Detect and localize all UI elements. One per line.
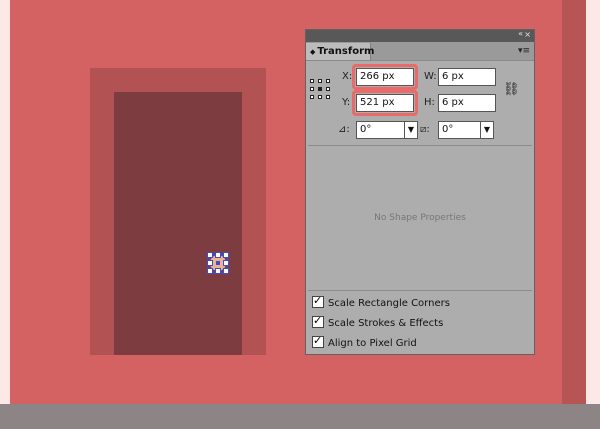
resize-handle-top-right[interactable] — [223, 252, 229, 258]
checkbox-label: Scale Rectangle Corners — [328, 298, 450, 309]
constrain-proportions-link-icon[interactable]: ⛓ — [503, 82, 520, 97]
panel-title-bar[interactable]: « × — [306, 29, 534, 42]
checkbox-label: Scale Strokes & Effects — [328, 318, 444, 329]
checkbox-label: Align to Pixel Grid — [328, 338, 417, 349]
w-label: W: — [424, 71, 437, 82]
selection-center-point — [216, 261, 220, 265]
checkbox-checked-icon[interactable] — [312, 294, 324, 308]
no-shape-properties-text: No Shape Properties — [374, 213, 466, 223]
transform-panel: « × ◆ Transform ▾≡ X: 266 px W: 6 px ⛓ Y:… — [305, 29, 535, 355]
bottom-floor — [0, 404, 600, 429]
panel-divider-bottom — [308, 290, 532, 291]
tab-transform-label: Transform — [317, 46, 375, 57]
door-panel-shape[interactable] — [114, 92, 242, 355]
close-panel-icon[interactable]: × — [524, 30, 531, 39]
rotate-angle-icon: ⊿: — [338, 124, 350, 135]
tab-transform[interactable]: ◆ Transform — [306, 43, 375, 60]
door-knob-selection[interactable] — [207, 252, 229, 274]
h-label: H: — [424, 97, 435, 108]
rotate-angle-field[interactable]: 0° ▼ — [356, 121, 418, 139]
height-field[interactable]: 6 px — [438, 94, 496, 112]
rotate-angle-value: 0° — [360, 124, 372, 135]
tab-toggle-icon: ◆ — [310, 48, 316, 56]
shear-angle-value: 0° — [442, 124, 454, 135]
y-label: Y: — [342, 97, 351, 108]
x-label: X: — [342, 71, 353, 82]
panel-divider-top — [308, 145, 532, 146]
collapse-panel-icon[interactable]: « — [518, 29, 523, 38]
resize-handle-top[interactable] — [215, 252, 221, 258]
right-canvas-strip — [562, 0, 586, 404]
resize-handle-top-left[interactable] — [207, 252, 213, 258]
resize-handle-bottom-right[interactable] — [223, 268, 229, 274]
reference-point-icon[interactable] — [310, 79, 330, 99]
rotate-dropdown-icon[interactable]: ▼ — [404, 122, 417, 138]
panel-menu-icon[interactable]: ▾≡ — [518, 46, 530, 56]
panel-tab-row: ◆ Transform ▾≡ — [306, 42, 534, 61]
shear-angle-icon: ⧄: — [420, 124, 430, 135]
resize-handle-left[interactable] — [207, 260, 213, 266]
y-position-field[interactable]: 521 px — [356, 94, 414, 112]
scale-strokes-effects-checkbox[interactable]: Scale Strokes & Effects — [312, 314, 444, 330]
resize-handle-bottom-left[interactable] — [207, 268, 213, 274]
resize-handle-right[interactable] — [223, 260, 229, 266]
shear-dropdown-icon[interactable]: ▼ — [480, 122, 493, 138]
width-field[interactable]: 6 px — [438, 68, 496, 86]
scale-rectangle-corners-checkbox[interactable]: Scale Rectangle Corners — [312, 294, 450, 310]
checkbox-checked-icon[interactable] — [312, 314, 324, 328]
checkbox-checked-icon[interactable] — [312, 334, 324, 348]
resize-handle-bottom[interactable] — [215, 268, 221, 274]
shear-angle-field[interactable]: 0° ▼ — [438, 121, 494, 139]
align-to-pixel-grid-checkbox[interactable]: Align to Pixel Grid — [312, 334, 417, 350]
x-position-field[interactable]: 266 px — [356, 68, 414, 86]
